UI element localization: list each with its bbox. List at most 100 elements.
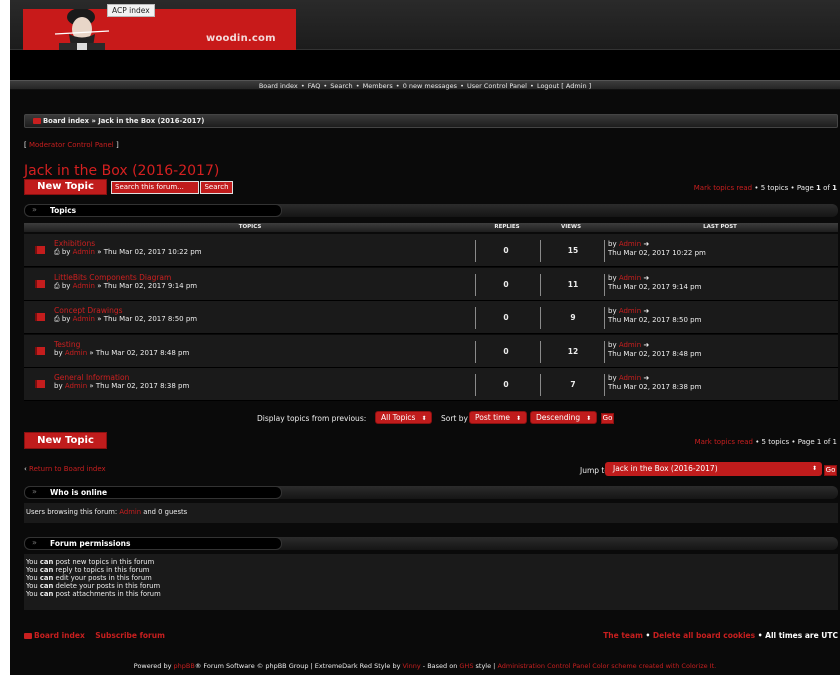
breadcrumb-current[interactable]: Jack in the Box (2016-2017) — [98, 117, 204, 125]
topic-by: by — [61, 281, 71, 290]
sort-dir-select[interactable]: Descending ⬍ — [530, 411, 598, 424]
topic-author[interactable]: Admin — [65, 349, 87, 357]
attachment-icon: ⎙ — [54, 315, 62, 323]
page-title[interactable]: Jack in the Box (2016-2017) — [24, 163, 219, 179]
nav-logout[interactable]: Logout [ Admin ] — [537, 82, 591, 90]
topic-author[interactable]: Admin — [73, 282, 95, 290]
last-post-author[interactable]: Admin — [619, 374, 641, 382]
pagination-bottom: Mark topics read • 5 topics • Page 1 of … — [695, 438, 837, 446]
footer-team[interactable]: The team — [603, 631, 643, 640]
permission-text: edit your posts in this forum — [53, 574, 152, 582]
permission-you: You — [26, 566, 40, 574]
forum-search-button[interactable]: Search — [200, 181, 233, 194]
topic-row: General Information by Admin » Thu Mar 02… — [24, 368, 838, 401]
nav-members[interactable]: Members — [363, 82, 393, 90]
last-post-date: Thu Mar 02, 2017 10:22 pm — [608, 249, 706, 257]
mark-read-link-bottom[interactable]: Mark topics read — [695, 438, 753, 446]
permission-line: You can edit your posts in this forum — [26, 574, 836, 582]
mark-read-link[interactable]: Mark topics read — [694, 184, 752, 192]
who-online-user[interactable]: Admin — [119, 508, 141, 516]
topic-author[interactable]: Admin — [65, 382, 87, 390]
return-link[interactable]: ‹ Return to Board index — [24, 465, 106, 473]
new-topic-button[interactable]: New Topic — [24, 179, 107, 195]
topic-title[interactable]: General Information — [54, 373, 129, 382]
column-divider — [604, 374, 605, 396]
topic-author[interactable]: Admin — [73, 315, 95, 323]
select-arrows-icon: ⬍ — [421, 415, 427, 422]
topic-title[interactable]: Concept Drawings — [54, 306, 123, 315]
topic-date: » Thu Mar 02, 2017 9:14 pm — [97, 281, 198, 290]
topic-row: Exhibitions ⎙ by Admin » Thu Mar 02, 2017… — [24, 234, 838, 267]
permission-can: can — [39, 574, 54, 582]
who-online-panel: Users browsing this forum: Admin and 0 g… — [24, 503, 838, 523]
new-topic-button-bottom[interactable]: New Topic — [24, 432, 107, 449]
topics-section-label: Topics — [50, 206, 77, 215]
vinny-link[interactable]: Vinny — [403, 662, 421, 670]
goto-last-post-icon[interactable]: ➜ — [643, 374, 649, 382]
topic-meta: by Admin » Thu Mar 02, 2017 8:38 pm — [54, 382, 189, 390]
topic-by: by — [54, 348, 63, 357]
forum-search-input[interactable]: Search this forum... — [111, 181, 199, 194]
topic-by: by — [61, 248, 71, 256]
topic-views: 15 — [567, 246, 579, 255]
select-arrows-icon: ⬍ — [811, 465, 817, 472]
jump-select[interactable]: Jack in the Box (2016-2017) ⬍ — [605, 462, 822, 476]
acp-link[interactable]: Administration Control Panel — [497, 662, 590, 670]
nav-messages[interactable]: 0 new messages — [403, 82, 457, 90]
site-logo[interactable]: woodin.com — [23, 9, 296, 50]
chevron-right-icon: » — [32, 205, 37, 214]
permission-line: You can post attachments in this forum — [26, 590, 836, 598]
col-topics: TOPICS — [238, 224, 262, 230]
nav-links: Board index • FAQ • Search • Members • 0… — [258, 82, 592, 90]
goto-last-post-icon[interactable]: ➜ — [643, 307, 649, 315]
last-post-date: Thu Mar 02, 2017 8:50 pm — [608, 316, 702, 324]
topic-title[interactable]: Testing — [54, 340, 80, 349]
powered-by-rest: ® Forum Software © phpBB Group | Extreme… — [194, 662, 403, 670]
acp-tooltip: ACP index — [107, 4, 155, 17]
footer-delete-cookies[interactable]: Delete all board cookies — [653, 631, 755, 640]
jump-go-button[interactable]: Go — [824, 465, 837, 476]
goto-last-post-icon[interactable]: ➜ — [643, 274, 649, 282]
last-post-author[interactable]: Admin — [619, 341, 641, 349]
footer-board-index[interactable]: Board index — [34, 631, 85, 640]
ghs-link[interactable]: GHS — [459, 662, 473, 670]
mcp-link[interactable]: Moderator Control Panel — [29, 141, 114, 149]
phpbb-link[interactable]: phpBB — [174, 662, 195, 670]
topic-flag-icon — [35, 313, 45, 321]
topic-title[interactable]: Exhibitions — [54, 239, 95, 248]
topic-replies: 0 — [503, 313, 509, 322]
topic-author[interactable]: Admin — [73, 248, 95, 256]
last-post-author[interactable]: Admin — [619, 274, 641, 282]
breadcrumb-home[interactable]: Board index — [43, 117, 89, 125]
column-divider — [540, 240, 541, 262]
days-select[interactable]: All Topics ⬍ — [375, 411, 433, 424]
topic-flag-icon — [35, 279, 45, 288]
nav-ucp[interactable]: User Control Panel — [467, 82, 527, 90]
page-of: of — [820, 184, 833, 192]
last-post-author[interactable]: Admin — [619, 240, 641, 248]
attachment-icon: ⎙ — [54, 281, 62, 290]
footer-subscribe[interactable]: Subscribe forum — [95, 631, 165, 640]
topic-meta: ⎙ by Admin » Thu Mar 02, 2017 10:22 pm — [54, 248, 202, 257]
permission-can: can — [39, 590, 54, 598]
last-post-author[interactable]: Admin — [619, 307, 641, 315]
topic-views: 11 — [567, 279, 579, 289]
nav-faq[interactable]: FAQ — [308, 82, 321, 90]
colorscheme-link[interactable]: Color scheme created with Colorize It. — [590, 662, 716, 670]
last-post-by: by — [608, 340, 617, 349]
nav-search[interactable]: Search — [330, 82, 352, 90]
goto-last-post-icon[interactable]: ➜ — [643, 240, 649, 248]
header: woodin.com ACP index — [10, 0, 840, 50]
goto-last-post-icon[interactable]: ➜ — [643, 341, 649, 349]
nav-board-index[interactable]: Board index — [259, 82, 298, 90]
column-divider — [540, 307, 541, 329]
permission-can: can — [39, 558, 54, 566]
topic-by: by — [54, 382, 63, 390]
sort-key-select[interactable]: Post time ⬍ — [469, 411, 528, 424]
display-go-button[interactable]: Go — [601, 413, 614, 424]
permission-can: can — [39, 582, 54, 590]
topic-flag-icon — [35, 380, 45, 388]
topic-title[interactable]: LittleBits Components Diagram — [54, 273, 171, 282]
footer-timezone: All times are UTC — [765, 631, 838, 640]
jump-select-value: Jack in the Box (2016-2017) — [613, 464, 718, 473]
